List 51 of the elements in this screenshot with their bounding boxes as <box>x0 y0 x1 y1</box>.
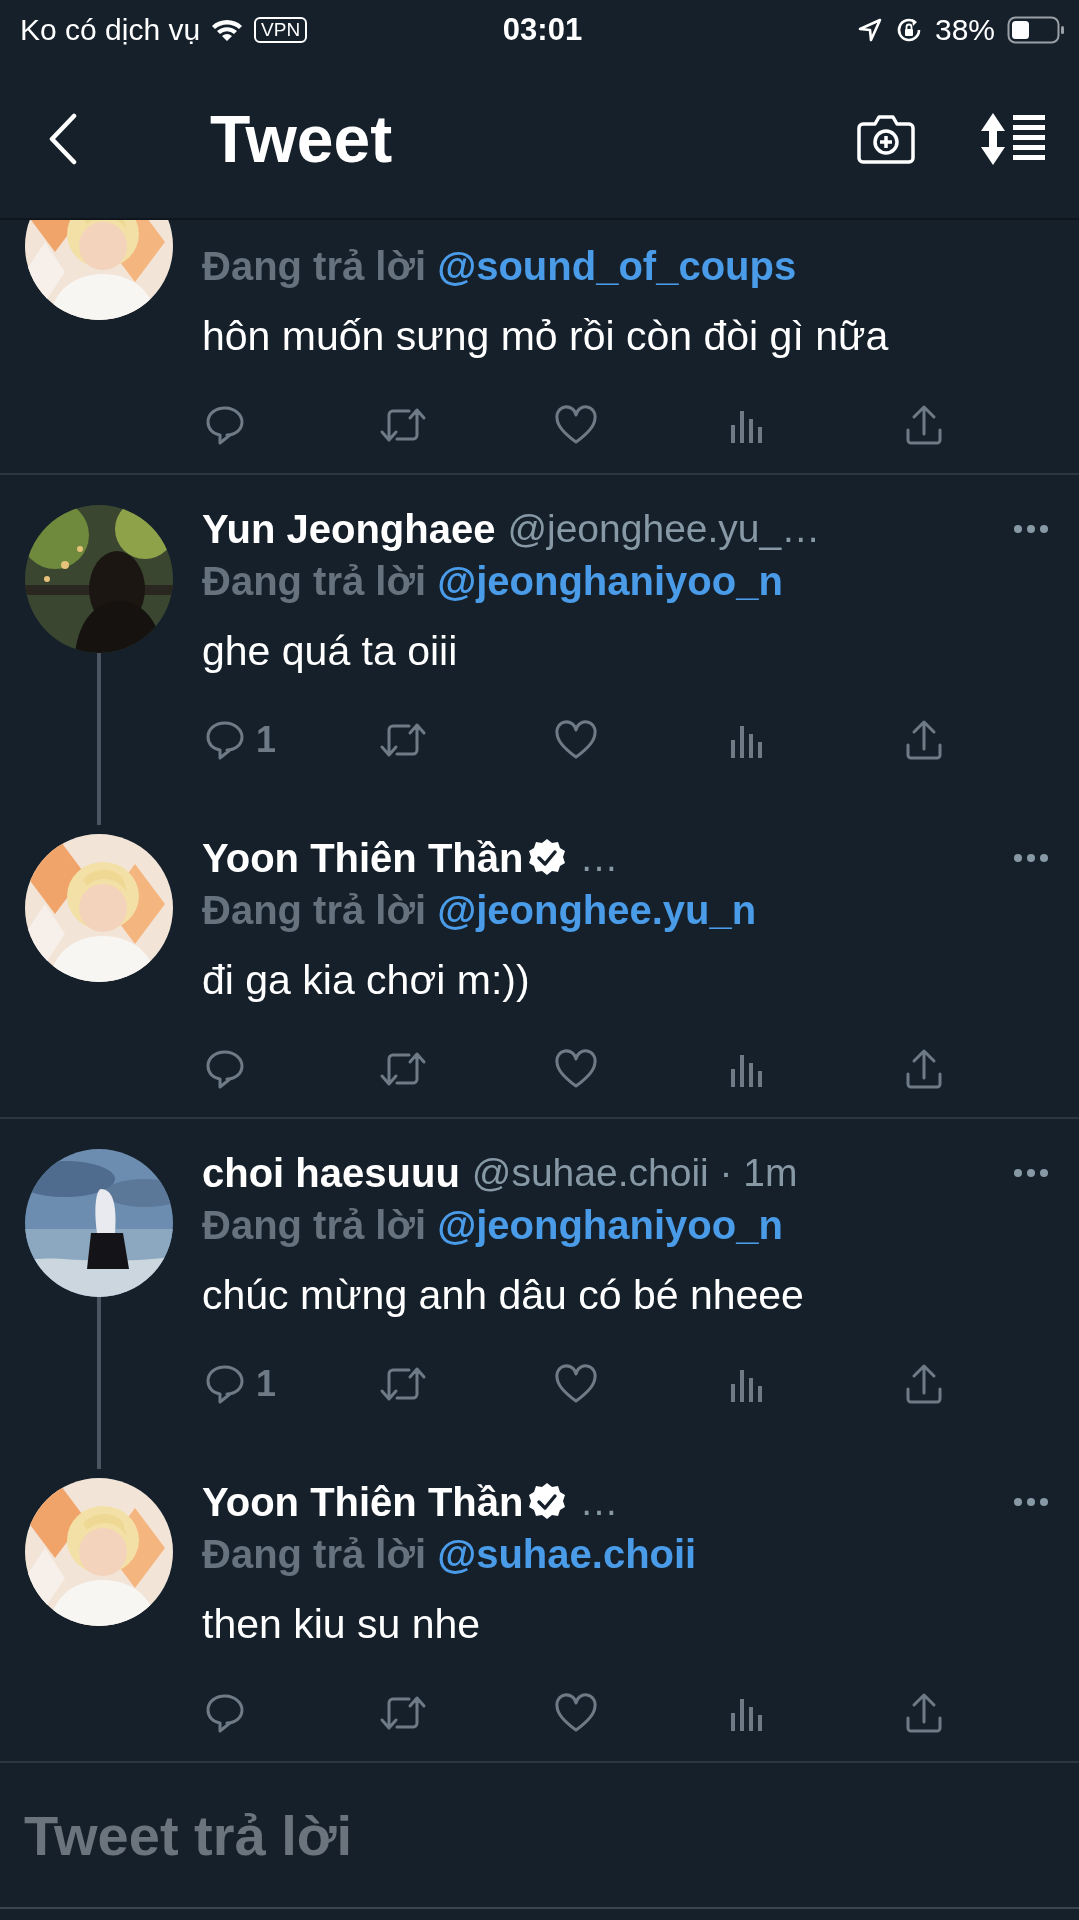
replying-to-line: Đang trả lời @jeonghaniyoo_n <box>202 1202 784 1249</box>
reply-icon[interactable] <box>204 719 246 761</box>
battery-icon <box>1007 16 1065 44</box>
share-icon[interactable] <box>904 404 944 446</box>
clock-time: 03:01 <box>502 12 583 48</box>
replying-to-line: Đang trả lời @sound_of_coups <box>202 243 798 290</box>
author-name: Yun Jeonghaee <box>202 506 496 552</box>
heart-icon[interactable] <box>554 1049 598 1089</box>
wifi-icon <box>210 17 245 43</box>
sort-icon[interactable] <box>979 111 1047 167</box>
vpn-badge: VPN <box>254 17 308 43</box>
more-options-icon[interactable] <box>1013 853 1049 863</box>
reply-icon[interactable] <box>204 404 246 446</box>
author-handle: … <box>579 1480 619 1524</box>
reply-field[interactable]: Tweet trả lời <box>24 1802 1059 1868</box>
author-name: Yoon Thiên Thần <box>202 835 524 881</box>
replying-to-line: Đang trả lời @jeonghee.yu_n <box>202 887 758 934</box>
back-icon[interactable] <box>48 113 78 165</box>
more-options-icon[interactable] <box>1013 524 1049 534</box>
reply-count: 1 <box>256 719 277 761</box>
share-icon[interactable] <box>904 1692 944 1734</box>
header-title: Tweet <box>210 101 393 177</box>
tweet-text: hôn muốn sưng mỏ rồi còn đòi gì nữa <box>202 312 890 361</box>
replying-to-line: Đang trả lời @suhae.choii <box>202 1531 698 1578</box>
share-icon[interactable] <box>904 1048 944 1090</box>
carrier-label: Ko có dịch vụ <box>20 13 201 47</box>
share-icon[interactable] <box>904 1363 944 1405</box>
author-name: Yoon Thiên Thần <box>202 1479 524 1525</box>
reply-icon[interactable] <box>204 1048 246 1090</box>
heart-icon[interactable] <box>554 1693 598 1733</box>
location-arrow-icon <box>856 17 883 43</box>
reply-count: 1 <box>256 1363 277 1405</box>
more-options-icon[interactable] <box>1013 1168 1049 1178</box>
author-handle: @jeonghee.yu_… <box>507 507 821 551</box>
share-icon[interactable] <box>904 719 944 761</box>
reply-icon[interactable] <box>204 1363 246 1405</box>
heart-icon[interactable] <box>554 1364 598 1404</box>
reply-icon[interactable] <box>204 1692 246 1734</box>
replying-to-line: Đang trả lời @jeonghaniyoo_n <box>202 558 784 605</box>
tweet-text: then kiu su nhe <box>202 1600 482 1649</box>
author-handle: … <box>579 836 619 880</box>
heart-icon[interactable] <box>554 720 598 760</box>
battery-percent: 38% <box>934 13 995 47</box>
more-options-icon[interactable] <box>1013 1497 1049 1507</box>
camera-plus-icon[interactable] <box>857 112 915 166</box>
author-handle: @suhae.choii · 1m <box>471 1151 798 1195</box>
tweet-text: đi ga kia chơi m:)) <box>202 956 531 1005</box>
author-name: choi haesuuu <box>202 1150 460 1196</box>
tweet-text: chúc mừng anh dâu có bé nheee <box>202 1271 805 1320</box>
tweet-text: ghe quá ta oiii <box>202 627 459 676</box>
heart-icon[interactable] <box>554 405 598 445</box>
